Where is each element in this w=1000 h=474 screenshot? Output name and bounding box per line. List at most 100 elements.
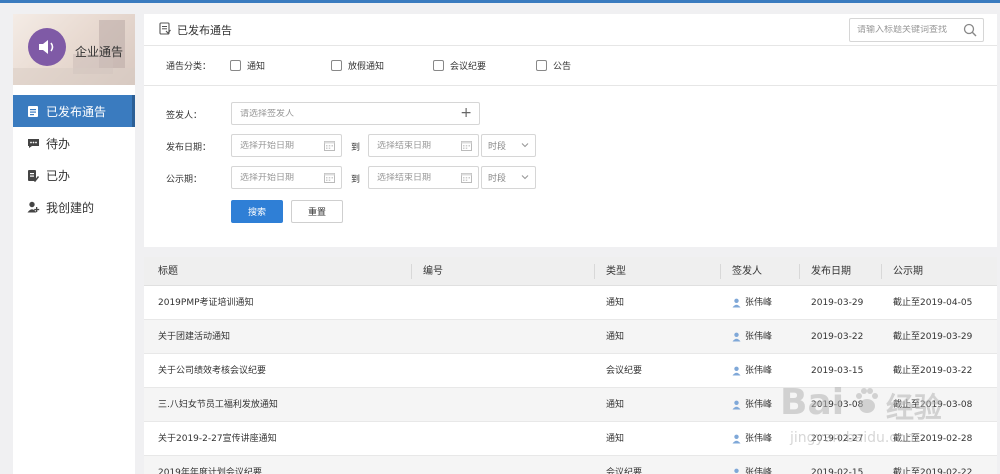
checkbox-holiday-notice[interactable]: 放假通知 — [331, 59, 433, 72]
calendar-icon[interactable] — [324, 172, 335, 186]
checkbox-box[interactable] — [230, 60, 241, 71]
chevron-down-icon — [521, 141, 529, 151]
table-row[interactable]: 关于2019-2-27宣传讲座通知 通知 张伟峰 2019-02-27 截止至2… — [144, 422, 997, 456]
table-row[interactable]: 2019PMP考证培训通知 通知 张伟峰 2019-03-29 截止至2019-… — [144, 286, 997, 320]
row-issuer: 张伟峰 — [732, 354, 772, 388]
chevron-down-icon — [521, 173, 529, 183]
sidebar-nav: 已发布通告 待办 已办 我创建的 — [13, 95, 135, 223]
publicity-start-box — [231, 166, 342, 189]
issuer-name: 张伟峰 — [745, 366, 773, 376]
column-divider — [799, 264, 800, 279]
table-row[interactable]: 关于团建活动通知 通知 张伟峰 2019-03-22 截止至2019-03-29 — [144, 320, 997, 354]
chat-dots-icon — [26, 136, 40, 150]
row-issuer: 张伟峰 — [732, 320, 772, 354]
issuer-name: 张伟峰 — [745, 434, 773, 444]
user-icon — [732, 332, 741, 342]
sidebar-item-published[interactable]: 已发布通告 — [13, 95, 135, 127]
row-period: 截止至2019-03-22 — [893, 366, 973, 376]
table-row[interactable]: 三.八妇女节员工福利发放通知 通知 张伟峰 2019-03-08 截止至2019… — [144, 388, 997, 422]
user-icon — [732, 298, 741, 308]
sidebar-item-label: 已办 — [46, 168, 71, 183]
filter-panel: 已发布通告 通告分类： 通知 放假通知 会议纪要 公告 签发人： — [144, 14, 997, 247]
row-date: 2019-03-29 — [811, 298, 864, 308]
row-issuer: 张伟峰 — [732, 456, 772, 474]
table-row[interactable]: 2019年年度计划会议纪要 会议纪要 张伟峰 2019-02-15 截止至201… — [144, 456, 997, 474]
row-title[interactable]: 关于团建活动通知 — [158, 320, 230, 354]
row-period: 截止至2019-02-22 — [893, 468, 973, 474]
table-row[interactable]: 关于公司绩效考核会议纪要 会议纪要 张伟峰 2019-03-15 截止至2019… — [144, 354, 997, 388]
user-icon — [732, 366, 741, 376]
sidebar-item-label: 已发布通告 — [46, 104, 107, 119]
row-period: 截止至2019-03-29 — [893, 332, 973, 342]
issuer-name: 张伟峰 — [745, 400, 773, 410]
checkbox-announcement[interactable]: 公告 — [536, 59, 571, 72]
column-header-title: 标题 — [158, 266, 178, 277]
sidebar-banner: 企业通告 — [13, 14, 135, 85]
checkbox-meeting-minutes[interactable]: 会议纪要 — [433, 59, 536, 72]
column-header-number: 编号 — [423, 266, 443, 277]
checkbox-box[interactable] — [331, 60, 342, 71]
calendar-icon[interactable] — [324, 140, 335, 154]
issuer-label: 签发人： — [166, 111, 203, 121]
issuer-name: 张伟峰 — [745, 332, 773, 342]
checkbox-label: 通知 — [247, 62, 266, 72]
search-input[interactable] — [857, 25, 962, 35]
calendar-icon[interactable] — [461, 172, 472, 186]
search-box — [849, 18, 984, 42]
row-issuer: 张伟峰 — [732, 422, 772, 456]
period-select-value: 时段 — [488, 174, 507, 184]
category-label: 通告分类： — [166, 62, 212, 72]
row-date: 2019-02-27 — [811, 434, 864, 444]
row-title[interactable]: 关于公司绩效考核会议纪要 — [158, 354, 266, 388]
row-date: 2019-03-22 — [811, 332, 864, 342]
column-header-date: 发布日期 — [811, 266, 851, 277]
publish-period-select[interactable]: 时段 — [481, 134, 536, 157]
row-type: 通知 — [606, 298, 625, 308]
sidebar-item-todo[interactable]: 待办 — [13, 127, 135, 159]
row-title[interactable]: 三.八妇女节员工福利发放通知 — [158, 388, 278, 422]
checkbox-box[interactable] — [433, 60, 444, 71]
row-title[interactable]: 关于2019-2-27宣传讲座通知 — [158, 422, 277, 456]
issuer-field[interactable] — [232, 108, 479, 119]
checkbox-label: 放假通知 — [348, 62, 385, 72]
publish-start-box — [231, 134, 342, 157]
category-filter-row: 通告分类： 通知 放假通知 会议纪要 公告 — [144, 46, 997, 86]
sidebar-item-done[interactable]: 已办 — [13, 159, 135, 191]
publicity-period-select[interactable]: 时段 — [481, 166, 536, 189]
checkbox-box[interactable] — [536, 60, 547, 71]
column-divider — [594, 264, 595, 279]
issuer-field-box: + — [231, 102, 480, 125]
row-issuer: 张伟峰 — [732, 286, 772, 320]
notice-table: 标题 编号 类型 签发人 发布日期 公示期 2019PMP考证培训通知 通知 张… — [144, 257, 997, 474]
page-title: 已发布通告 — [177, 23, 232, 37]
row-type: 通知 — [606, 332, 625, 342]
row-type: 通知 — [606, 434, 625, 444]
publish-end-box — [368, 134, 479, 157]
user-icon — [732, 400, 741, 410]
column-divider — [881, 264, 882, 279]
checkbox-label: 会议纪要 — [450, 62, 487, 72]
table-header: 标题 编号 类型 签发人 发布日期 公示期 — [144, 257, 997, 286]
search-button[interactable]: 搜索 — [231, 200, 283, 223]
column-divider — [720, 264, 721, 279]
to-label: 到 — [351, 175, 361, 185]
sidebar-item-created[interactable]: 我创建的 — [13, 191, 135, 223]
search-icon[interactable] — [963, 23, 977, 40]
calendar-icon[interactable] — [461, 140, 472, 154]
row-issuer: 张伟峰 — [732, 388, 772, 422]
panel-header: 已发布通告 — [144, 14, 997, 46]
column-header-period: 公示期 — [893, 266, 923, 277]
plus-icon[interactable]: + — [460, 106, 472, 120]
row-title[interactable]: 2019PMP考证培训通知 — [158, 286, 254, 320]
row-period: 截止至2019-04-05 — [893, 298, 973, 308]
row-period: 截止至2019-03-08 — [893, 400, 973, 410]
document-check-icon — [26, 168, 40, 182]
banner-decoration — [13, 68, 135, 85]
user-icon — [732, 434, 741, 444]
sidebar-item-label: 我创建的 — [46, 200, 95, 215]
row-type: 会议纪要 — [606, 366, 643, 376]
checkbox-notice[interactable]: 通知 — [230, 59, 331, 72]
reset-button[interactable]: 重置 — [291, 200, 343, 223]
row-title[interactable]: 2019年年度计划会议纪要 — [158, 456, 262, 474]
document-list-icon — [26, 104, 40, 118]
